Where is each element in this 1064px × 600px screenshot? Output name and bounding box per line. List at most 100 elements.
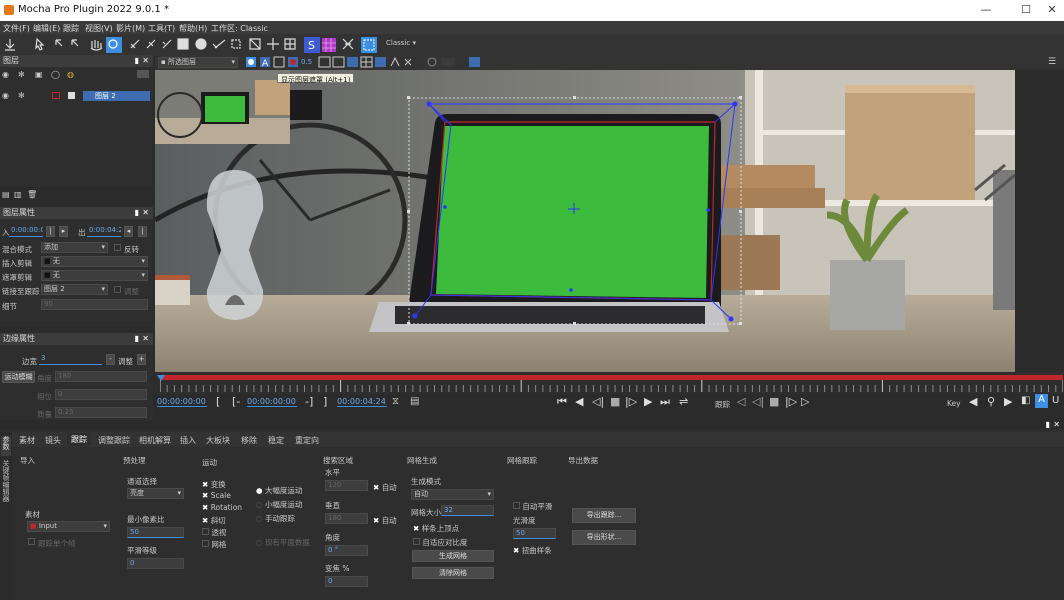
radio-large-motion[interactable]: ● 大幅度运动 [256, 485, 302, 496]
go-end-icon[interactable]: ⏭ [660, 395, 670, 409]
mb-angle-field[interactable]: 180 [55, 371, 147, 382]
tab-clip[interactable]: 素材 [19, 435, 35, 446]
menu-tools[interactable]: 工具(T) [148, 23, 175, 34]
mesh-size-field[interactable]: 32 [441, 505, 494, 516]
auto-smooth-check[interactable]: 自动平滑 [513, 501, 552, 512]
set-out-button[interactable]: | [138, 226, 147, 237]
add-key-icon[interactable]: ⚲ [987, 395, 995, 408]
channel-select[interactable]: 亮度 ▾ [127, 488, 184, 499]
layer-visibility-select[interactable]: ▪ 所选图层 ▾ [158, 57, 238, 68]
layer-name[interactable]: 图层 2 [83, 91, 150, 101]
play-icon[interactable]: ▶ [644, 395, 652, 408]
set-in-button[interactable]: | [46, 226, 55, 237]
close-icon[interactable]: ✕ [142, 333, 149, 345]
track-step-back-icon[interactable]: ◁| [752, 395, 764, 408]
close-icon[interactable]: ✕ [142, 207, 149, 219]
playhead[interactable] [157, 375, 165, 381]
matte-icon[interactable]: ◍ [67, 70, 74, 79]
go-in-icon[interactable]: [- [232, 395, 240, 408]
minimize-button[interactable]: — [978, 2, 994, 18]
blend-mode-select[interactable]: 添加 ▾ [41, 242, 108, 253]
lock-icon[interactable]: ▣ [35, 70, 43, 79]
motion-blur-button[interactable]: 运动模糊 [2, 371, 35, 383]
edge-width-field[interactable]: 3 [39, 354, 102, 365]
menu-edit[interactable]: 编辑(E) [33, 23, 60, 34]
edge-increase-button[interactable]: + [137, 354, 146, 365]
maximize-button[interactable]: ☐ [1018, 2, 1034, 18]
close-icon[interactable]: ✕ [1053, 420, 1060, 429]
stop-icon[interactable]: ■ [610, 395, 620, 408]
track-step-forward-icon[interactable]: |▷ [785, 395, 797, 408]
viewer-canvas[interactable]: 显示图层遮罩 (Alt+1) [155, 70, 1015, 372]
set-in-icon[interactable]: [ [216, 395, 220, 408]
angle-field[interactable]: 0 ° [325, 545, 368, 556]
float-icon[interactable]: ▮ [1046, 420, 1050, 429]
go-start-icon[interactable]: ⏮ [557, 395, 567, 409]
edge-decrease-button[interactable]: - [106, 354, 115, 365]
mb-quality-field[interactable]: 0.25 [55, 407, 147, 418]
radio-small-motion[interactable]: ○ 小幅度运动 [256, 499, 302, 510]
out-point-field[interactable]: 00:00:04:24 [337, 397, 387, 407]
smoothness-field[interactable]: 50 [513, 528, 556, 539]
check-existing-planar[interactable]: ○ 现有平面数据 [256, 537, 310, 548]
float-icon[interactable]: ▮ [135, 207, 139, 219]
layer-color-swatch[interactable] [52, 92, 60, 99]
menu-track[interactable]: 跟踪 [63, 23, 79, 34]
check-translate[interactable]: ✖ 变换 [202, 479, 226, 490]
menu-view[interactable]: 视图(V) [85, 23, 113, 34]
in-point-field[interactable]: 00:00:00:00 [247, 397, 297, 407]
check-perspective[interactable]: 透视 [202, 527, 226, 538]
warp-spline-check[interactable]: ✖ 扭曲样条 [513, 545, 552, 556]
side-tab-keyframe-editor[interactable]: 关键帧编辑器 [1, 460, 11, 504]
timeline[interactable] [155, 372, 1064, 394]
tab-megaplate[interactable]: 大板块 [206, 435, 230, 446]
float-icon[interactable]: ▮ [135, 55, 139, 67]
auto-key-icon[interactable]: A [1035, 394, 1048, 408]
invert-checkbox[interactable] [114, 244, 121, 251]
duplicate-layer-icon[interactable]: ▥ [14, 190, 22, 199]
tab-stabilize[interactable]: 稳定 [268, 435, 284, 446]
close-icon[interactable]: ✕ [142, 55, 149, 67]
go-out-button[interactable]: ◂ [124, 226, 133, 237]
tab-remove[interactable]: 移除 [241, 435, 257, 446]
layer-menu-button[interactable] [137, 70, 149, 78]
workspace-dropdown[interactable]: Classic ▾ [384, 39, 420, 50]
out-time-field[interactable]: 0:00:04:24 [87, 226, 121, 237]
go-out-icon[interactable]: -] [305, 395, 313, 408]
side-tab-params[interactable]: 参数 [1, 436, 11, 456]
vertical-auto-check[interactable]: ✖ 自动 [373, 515, 397, 526]
undo-key-icon[interactable]: U [1052, 395, 1059, 406]
track-stop-icon[interactable]: ■ [769, 395, 779, 408]
layer-row[interactable]: ◉ ✻ 图层 2 [0, 91, 153, 101]
color-icon[interactable]: ◯ [51, 70, 60, 79]
tab-track[interactable]: 跟踪 [67, 433, 91, 446]
track-forward-icon[interactable]: ▷ [801, 395, 809, 408]
insert-clip-select[interactable]: ■ 无 ▾ [41, 256, 148, 267]
current-time-field[interactable]: 00:00:00:00 [157, 397, 207, 407]
tab-reorient[interactable]: 重定向 [295, 435, 319, 446]
tab-camera-solve[interactable]: 相机解算 [139, 435, 171, 446]
trash-icon[interactable]: 🗑 [27, 190, 37, 199]
viewer-menu-icon[interactable]: ☰ [1048, 57, 1056, 67]
in-time-field[interactable]: 0:00:00:00 [9, 226, 43, 237]
export-shape-button[interactable]: 导出形状... [572, 530, 636, 545]
snap-check[interactable]: ✖ 样条上顶点 [413, 523, 459, 534]
gear-icon[interactable]: ✻ [18, 91, 25, 100]
gear-icon[interactable]: ✻ [18, 70, 25, 79]
play-back-icon[interactable]: ◀ [575, 395, 583, 408]
tab-insert[interactable]: 插入 [180, 435, 196, 446]
clear-mesh-button[interactable]: 清除网格 [412, 567, 494, 579]
bounce-icon[interactable]: ⧖ [392, 396, 399, 407]
track-frames-checkbox[interactable] [28, 538, 35, 545]
track-back-icon[interactable]: ◁ [737, 395, 745, 408]
new-layer-icon[interactable]: ▤ [2, 190, 10, 199]
smooth-field[interactable]: 0 [127, 558, 184, 569]
go-in-button[interactable]: ▸ [59, 226, 68, 237]
vertical-field[interactable]: 180 [325, 513, 368, 524]
clip-select[interactable]: ■ Input ▾ [27, 521, 110, 532]
opacity-value[interactable]: 0.5 [301, 58, 312, 66]
menu-file[interactable]: 文件(F) [3, 23, 30, 34]
check-rotation[interactable]: ✖ Rotation [202, 503, 242, 512]
matte-swatch[interactable] [68, 92, 75, 99]
horizontal-auto-check[interactable]: ✖ 自动 [373, 482, 397, 493]
